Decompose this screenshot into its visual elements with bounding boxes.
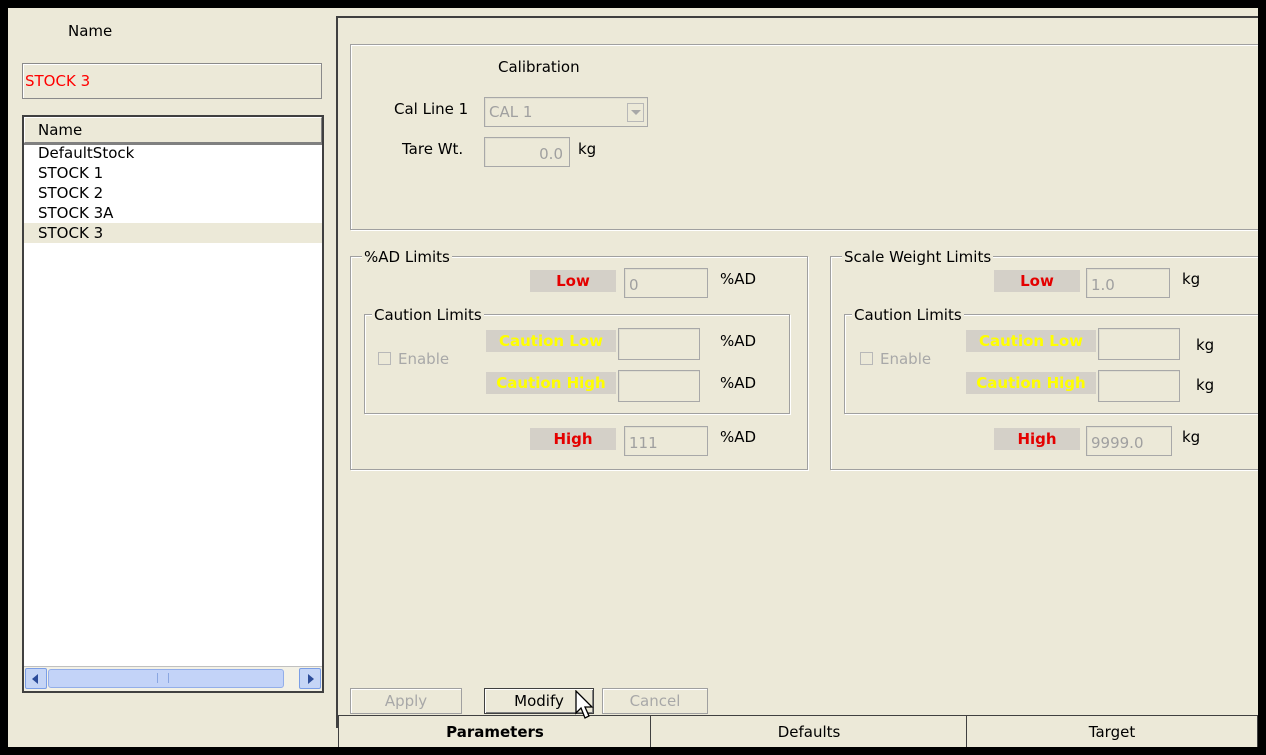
application-window: Name STOCK 3 Name DefaultStock STOCK 1 S…	[8, 8, 1258, 747]
arrow-left-icon	[32, 674, 38, 684]
list-item[interactable]: STOCK 1	[24, 163, 322, 183]
arrow-right-icon	[308, 674, 314, 684]
cal-line-label: Cal Line 1	[394, 100, 469, 118]
tab-parameters[interactable]: Parameters	[338, 715, 652, 747]
scale-low-label: Low	[994, 270, 1080, 292]
name-heading: Name	[68, 22, 113, 40]
list-body: DefaultStock STOCK 1 STOCK 2 STOCK 3A ST…	[24, 143, 322, 667]
scrollbar-thumb[interactable]	[48, 669, 284, 688]
scale-caution-low-unit: kg	[1196, 336, 1215, 354]
current-name-field[interactable]: STOCK 3	[22, 63, 322, 99]
scale-enable-label: Enable	[880, 350, 932, 368]
cal-line-value: CAL 1	[489, 103, 533, 121]
ad-caution-high-field[interactable]	[618, 370, 700, 402]
ad-high-field[interactable]: 111	[624, 426, 708, 456]
scale-caution-high-unit: kg	[1196, 376, 1215, 394]
scale-caution-high-label: Caution High	[966, 372, 1096, 394]
list-item[interactable]: DefaultStock	[24, 143, 322, 163]
scale-low-field[interactable]: 1.0	[1086, 268, 1170, 298]
ad-low-unit: %AD	[720, 270, 757, 288]
scale-caution-high-field[interactable]	[1098, 370, 1180, 402]
tare-weight-label: Tare Wt.	[402, 140, 464, 158]
list-column-header-label: Name	[38, 121, 83, 139]
scale-low-unit: kg	[1182, 270, 1201, 288]
calibration-title: Calibration	[498, 58, 580, 76]
ad-high-label: High	[530, 428, 616, 450]
ad-caution-low-label: Caution Low	[486, 330, 616, 352]
list-column-header[interactable]: Name	[24, 117, 322, 145]
ad-enable-checkbox[interactable]	[378, 352, 391, 365]
ad-caution-low-field[interactable]	[618, 328, 700, 360]
ad-caution-low-unit: %AD	[720, 332, 757, 350]
tare-weight-field[interactable]: 0.0	[484, 137, 570, 167]
scale-high-field[interactable]: 9999.0	[1086, 426, 1172, 456]
ad-low-label: Low	[530, 270, 616, 292]
list-item[interactable]: STOCK 3A	[24, 203, 322, 223]
ad-high-unit: %AD	[720, 428, 757, 446]
cancel-button[interactable]: Cancel	[602, 688, 708, 714]
cal-line-select[interactable]: CAL 1	[484, 97, 648, 127]
tab-panel: Calibration Cal Line 1 CAL 1 Tare Wt. 0.…	[336, 16, 1258, 728]
ad-low-field[interactable]: 0	[624, 268, 708, 298]
apply-button[interactable]: Apply	[350, 688, 462, 714]
scale-enable-checkbox[interactable]	[860, 352, 873, 365]
scale-caution-low-label: Caution Low	[966, 330, 1096, 352]
ad-limits-title: %AD Limits	[362, 248, 452, 266]
ad-caution-high-unit: %AD	[720, 374, 757, 392]
tab-target[interactable]: Target	[966, 715, 1258, 747]
scroll-left-button[interactable]	[25, 668, 47, 689]
ad-caution-title: Caution Limits	[372, 306, 484, 324]
scale-high-unit: kg	[1182, 428, 1201, 446]
ad-enable-label: Enable	[398, 350, 450, 368]
scale-high-label: High	[994, 428, 1080, 450]
scale-caution-title: Caution Limits	[852, 306, 964, 324]
stock-list[interactable]: Name DefaultStock STOCK 1 STOCK 2 STOCK …	[22, 115, 324, 693]
dropdown-button[interactable]	[627, 103, 644, 122]
chevron-down-icon	[631, 110, 641, 115]
tare-unit: kg	[578, 140, 597, 158]
ad-caution-high-label: Caution High	[486, 372, 616, 394]
horizontal-scrollbar[interactable]	[24, 666, 322, 691]
list-item-selected[interactable]: STOCK 3	[24, 223, 322, 243]
scroll-right-button[interactable]	[299, 668, 321, 689]
tab-defaults[interactable]: Defaults	[650, 715, 968, 747]
grip-icon	[157, 673, 169, 683]
scale-caution-low-field[interactable]	[1098, 328, 1180, 360]
scale-limits-title: Scale Weight Limits	[842, 248, 994, 266]
list-item[interactable]: STOCK 2	[24, 183, 322, 203]
mouse-cursor-icon	[575, 690, 594, 719]
